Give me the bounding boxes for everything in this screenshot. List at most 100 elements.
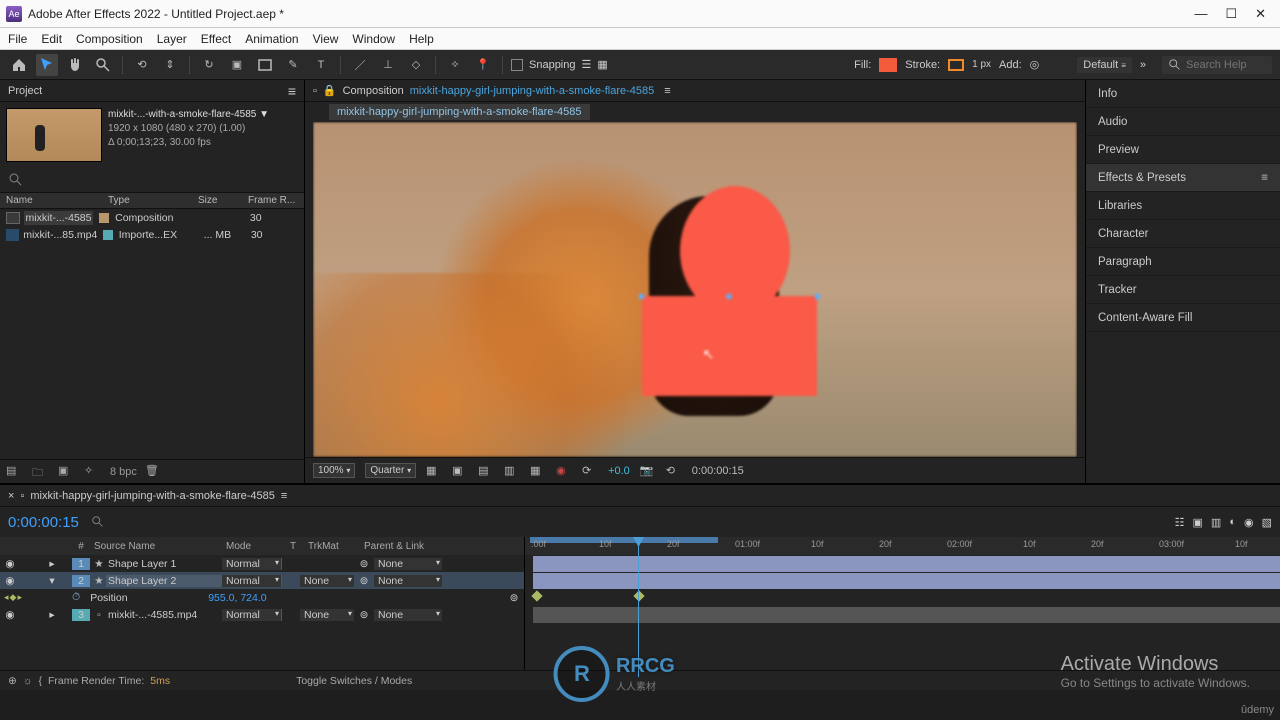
eraser-tool-icon[interactable]: ◇ (405, 54, 427, 76)
project-item-comp[interactable]: mixkit-...-4585 Composition 30 (0, 209, 304, 227)
layer-label-swatch[interactable]: 3 (72, 609, 90, 621)
brush-tool-icon[interactable]: ／ (349, 54, 371, 76)
blend-mode-dropdown[interactable]: Normal▾ (222, 575, 282, 587)
motion-blur-icon[interactable]: ◉ (1244, 516, 1254, 529)
panel-content-aware-fill[interactable]: Content-Aware Fill (1086, 304, 1280, 332)
layer-row-2[interactable]: ◉▾ 2 ★ Shape Layer 2 Normal▾ None▾ ⊚ Non… (0, 572, 524, 589)
parent-dropdown[interactable]: None▾ (374, 558, 442, 570)
roto-tool-icon[interactable]: ✧ (444, 54, 466, 76)
project-panel-menu-icon[interactable]: ≡ (288, 83, 296, 99)
stroke-swatch[interactable] (948, 59, 964, 71)
draft3d-icon[interactable]: ▣ (1193, 516, 1203, 529)
timeline-tab-menu-icon[interactable]: ≡ (281, 490, 287, 502)
property-row-position[interactable]: ◂ ◆ ▸ ⏱ Position 955.0, 724.0 ⊚ (0, 589, 524, 606)
minimize-button[interactable]: — (1194, 6, 1207, 22)
fill-swatch[interactable] (879, 58, 897, 72)
layer-row-3[interactable]: ◉▸ 3 ▫ mixkit-...-4585.mp4 Normal▾ None▾… (0, 606, 524, 623)
panel-character[interactable]: Character (1086, 220, 1280, 248)
comp-info-caret-icon[interactable]: ▼ (259, 109, 269, 120)
menu-layer[interactable]: Layer (157, 32, 187, 46)
layer-bar-1[interactable] (533, 556, 1280, 572)
menu-edit[interactable]: Edit (41, 32, 62, 46)
orbit-tool-icon[interactable]: ⟲ (131, 54, 153, 76)
comp-tab[interactable]: mixkit-happy-girl-jumping-with-a-smoke-f… (329, 104, 590, 120)
blend-mode-dropdown[interactable]: Normal▾ (222, 609, 282, 621)
timeline-tab-close-icon[interactable]: × (8, 490, 14, 502)
parent-pickwhip-icon[interactable]: ⊚ (354, 558, 374, 570)
zoom-tool-icon[interactable] (92, 54, 114, 76)
shy-icon[interactable]: ▥ (1211, 516, 1221, 529)
layer-label-swatch[interactable]: 1 (72, 558, 90, 570)
exposure-value[interactable]: +0.0 (608, 465, 630, 477)
viewer-timecode[interactable]: 0:00:00:15 (692, 465, 744, 477)
menu-composition[interactable]: Composition (76, 32, 143, 46)
maximize-button[interactable]: ☐ (1225, 6, 1237, 22)
rotate-tool-icon[interactable]: ↻ (198, 54, 220, 76)
label-swatch[interactable] (99, 213, 109, 223)
panel-info[interactable]: Info (1086, 80, 1280, 108)
color-mgmt-icon[interactable]: ◉ (556, 464, 572, 478)
twirl-icon[interactable]: ▸ (46, 609, 58, 621)
composition-viewer[interactable]: ↖ (313, 122, 1077, 457)
panel-libraries[interactable]: Libraries (1086, 192, 1280, 220)
home-tool-icon[interactable] (8, 54, 30, 76)
menu-animation[interactable]: Animation (245, 32, 298, 46)
parent-pickwhip-icon[interactable]: ⊚ (354, 575, 374, 587)
anchor-tool-icon[interactable]: ▣ (226, 54, 248, 76)
blend-mode-dropdown[interactable]: Normal▾ (222, 558, 282, 570)
panel-effects-presets[interactable]: Effects & Presets≡ (1086, 164, 1280, 192)
snapshot-icon[interactable]: 📷 (640, 464, 656, 478)
current-time-indicator[interactable]: 0:00:00:15 (8, 514, 79, 531)
puppet-tool-icon[interactable]: 📍 (472, 54, 494, 76)
parent-dropdown[interactable]: None▾ (374, 575, 442, 587)
selection-handles[interactable] (642, 296, 817, 298)
panel-preview[interactable]: Preview (1086, 136, 1280, 164)
snap-opts-icon[interactable]: ☰ (582, 58, 592, 71)
new-comp-icon[interactable]: ▣ (58, 464, 76, 480)
guides-icon[interactable]: ▦ (530, 464, 546, 478)
search-help-input[interactable] (1186, 59, 1266, 71)
hand-tool-icon[interactable] (64, 54, 86, 76)
panel-paragraph[interactable]: Paragraph (1086, 248, 1280, 276)
trash-icon[interactable]: 🗑 (145, 464, 163, 480)
layer-label-swatch[interactable]: 2 (72, 575, 90, 587)
new-folder-icon[interactable]: 🗀 (32, 464, 50, 480)
interpret-footage-icon[interactable]: ▤ (6, 464, 24, 480)
trkmat-dropdown[interactable]: None▾ (300, 609, 354, 621)
transparency-grid-icon[interactable]: ▦ (426, 464, 442, 478)
effects-presets-menu-icon[interactable]: ≡ (1261, 172, 1268, 184)
add-target-icon[interactable]: ◎ (1030, 58, 1040, 71)
reset-exposure-icon[interactable]: ⟳ (582, 464, 598, 478)
channel-view-icon[interactable]: ▤ (478, 464, 494, 478)
comp-panel-menu-icon[interactable]: ≡ (664, 85, 670, 97)
keyframe-icon[interactable] (633, 590, 644, 601)
comp-thumbnail[interactable] (6, 108, 102, 162)
frame-blend-icon[interactable]: ◐ (1229, 516, 1236, 528)
visibility-icon[interactable]: ◉ (4, 575, 16, 587)
stopwatch-icon[interactable]: ⏱ (72, 591, 80, 604)
pan-behind-tool-icon[interactable]: ⇕ (159, 54, 181, 76)
resolution-dropdown[interactable]: Quarter ▾ (365, 463, 416, 478)
adjust-icon[interactable]: ✧ (84, 464, 102, 480)
toggle-switches-modes[interactable]: Toggle Switches / Modes (296, 675, 412, 687)
comp-breadcrumb[interactable]: mixkit-happy-girl-jumping-with-a-smoke-f… (410, 85, 655, 97)
workspace-selector[interactable]: Default ≡ (1077, 57, 1132, 73)
bpc-label[interactable]: 8 bpc (110, 466, 137, 478)
mask-visibility-icon[interactable]: ▦ (597, 58, 607, 71)
menu-effect[interactable]: Effect (201, 32, 231, 46)
trkmat-dropdown[interactable]: None▾ (300, 575, 354, 587)
overflow-icon[interactable]: » (1140, 59, 1146, 71)
menu-window[interactable]: Window (352, 32, 395, 46)
comp-flowchart-icon[interactable]: ☷ (1175, 516, 1185, 529)
rectangle-tool-icon[interactable] (254, 54, 276, 76)
twirl-icon[interactable]: ▾ (46, 575, 58, 587)
timeline-tab-label[interactable]: mixkit-happy-girl-jumping-with-a-smoke-f… (30, 490, 275, 502)
project-search-icon[interactable] (8, 172, 24, 188)
selection-tool-icon[interactable] (36, 54, 58, 76)
menu-file[interactable]: File (8, 32, 27, 46)
position-value[interactable]: 955.0, 724.0 (208, 592, 266, 604)
panel-tracker[interactable]: Tracker (1086, 276, 1280, 304)
menu-help[interactable]: Help (409, 32, 434, 46)
visibility-icon[interactable]: ◉ (4, 609, 16, 621)
layer-bar-3[interactable] (533, 607, 1280, 623)
